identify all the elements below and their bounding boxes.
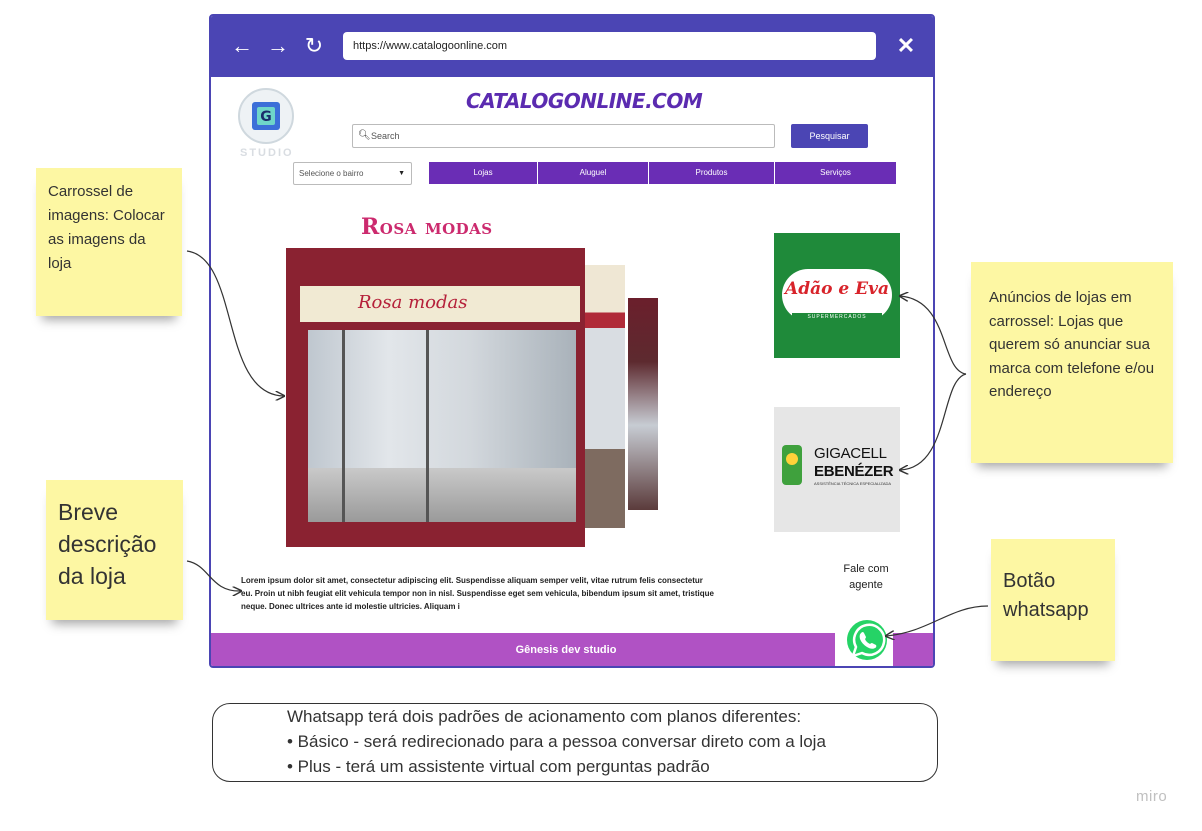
note-line-2: • Básico - será redirecionado para a pes…: [287, 732, 826, 751]
arrow-carousel: [186, 250, 284, 396]
arrow-ad-2: [900, 373, 967, 470]
arrow-ad-1: [900, 296, 967, 375]
note-line-1: Whatsapp terá dois padrões de acionament…: [287, 707, 802, 726]
note-line-3: • Plus - terá um assistente virtual com …: [287, 757, 710, 776]
miro-watermark: miro: [1136, 788, 1168, 805]
arrow-description: [186, 560, 241, 591]
arrow-whatsapp: [886, 605, 989, 636]
